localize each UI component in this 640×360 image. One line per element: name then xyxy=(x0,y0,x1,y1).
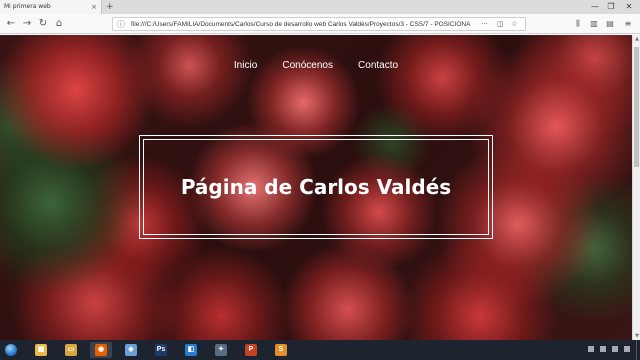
more-dots-icon[interactable]: ··· xyxy=(481,18,488,31)
taskbar-app-sublime[interactable]: S xyxy=(270,342,292,358)
reload-icon[interactable]: ↻ xyxy=(36,17,50,31)
page-viewport: Inicio Conócenos Contacto Página de Carl… xyxy=(0,35,632,340)
home-icon[interactable]: ⌂ xyxy=(52,17,66,31)
page-scrollbar[interactable]: ▲ ▼ xyxy=(632,35,640,340)
windows-logo-icon xyxy=(5,344,17,356)
new-tab-icon[interactable]: + xyxy=(106,0,114,14)
scroll-thumb[interactable] xyxy=(634,47,639,167)
file-explorer-icon: ▦ xyxy=(35,344,47,356)
hero-title: Página de Carlos Valdés xyxy=(180,175,452,199)
taskbar-app-vscode[interactable]: ◧ xyxy=(180,342,202,358)
sidebar-icon[interactable]: ▥ xyxy=(588,17,600,31)
taskbar-app-network[interactable]: ✦ xyxy=(210,342,232,358)
firefox-icon: ◉ xyxy=(95,344,107,356)
hero-frame: Página de Carlos Valdés xyxy=(139,135,493,239)
hamburger-menu-icon[interactable]: ≡ xyxy=(622,17,634,31)
windows-taskbar: ▦ ▭ ◉ ◈ Ps ◧ ✦ P S xyxy=(0,340,640,360)
3d-box-icon: ◈ xyxy=(125,344,137,356)
folder-icon: ▭ xyxy=(65,344,77,356)
taskbar-app-folder[interactable]: ▭ xyxy=(60,342,82,358)
browser-toolbar: ← → ↻ ⌂ ⓘ file:///C:/Users/FAMILIA/Docum… xyxy=(0,14,640,34)
show-desktop-button[interactable] xyxy=(636,340,640,360)
system-tray xyxy=(580,340,640,360)
browser-tab-strip: Mi primera web × + — ❐ ✕ xyxy=(0,0,640,14)
taskbar-app-powerpoint[interactable]: P xyxy=(240,342,262,358)
photoshop-icon: Ps xyxy=(155,344,167,356)
nav-link-inicio[interactable]: Inicio xyxy=(234,60,257,71)
forward-arrow-icon[interactable]: → xyxy=(20,17,34,31)
sublime-icon: S xyxy=(275,344,287,356)
library-icon[interactable]: ⫼ xyxy=(572,17,584,31)
bookmark-star-icon[interactable]: ☆ xyxy=(511,18,517,31)
taskbar-app-firefox[interactable]: ◉ xyxy=(90,342,112,358)
back-arrow-icon[interactable]: ← xyxy=(4,17,18,31)
start-button[interactable] xyxy=(0,340,22,360)
site-navigation: Inicio Conócenos Contacto xyxy=(0,53,632,72)
scroll-up-icon[interactable]: ▲ xyxy=(633,35,640,43)
info-icon[interactable]: ⓘ xyxy=(117,18,125,31)
minimize-icon[interactable]: — xyxy=(588,0,602,14)
nav-link-conocenos[interactable]: Conócenos xyxy=(282,60,333,71)
taskbar-app-3d-box[interactable]: ◈ xyxy=(120,342,142,358)
tab-close-icon[interactable]: × xyxy=(91,0,97,14)
close-window-icon[interactable]: ✕ xyxy=(622,0,636,14)
pocket-icon[interactable]: ◫ xyxy=(497,18,504,31)
vscode-icon: ◧ xyxy=(185,344,197,356)
url-text[interactable]: file:///C:/Users/FAMILIA/Documents/Carlo… xyxy=(131,18,471,31)
network-icon: ✦ xyxy=(215,344,227,356)
reader-view-icon[interactable]: ▤ xyxy=(604,17,616,31)
network-status-icon[interactable] xyxy=(600,346,606,352)
tray-arrow-icon[interactable] xyxy=(588,346,594,352)
maximize-icon[interactable]: ❐ xyxy=(604,0,618,14)
nav-link-contacto[interactable]: Contacto xyxy=(358,60,398,71)
taskbar-app-file-explorer[interactable]: ▦ xyxy=(30,342,52,358)
volume-icon[interactable] xyxy=(612,346,618,352)
tab-title: Mi primera web xyxy=(4,3,51,10)
tab-mi-primera-web[interactable]: Mi primera web × xyxy=(0,0,102,14)
scroll-down-icon[interactable]: ▼ xyxy=(633,332,640,340)
powerpoint-icon: P xyxy=(245,344,257,356)
flag-icon[interactable] xyxy=(624,346,630,352)
taskbar-app-photoshop[interactable]: Ps xyxy=(150,342,172,358)
address-bar[interactable]: ⓘ file:///C:/Users/FAMILIA/Documents/Car… xyxy=(112,17,526,31)
